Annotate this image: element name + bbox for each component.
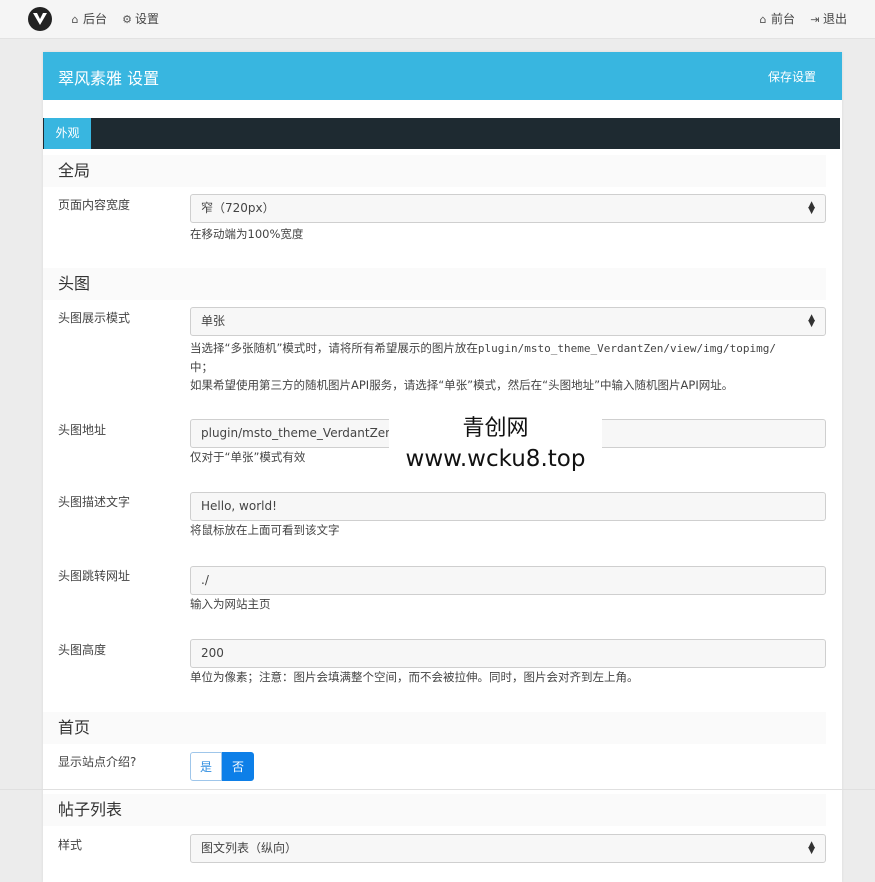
nav-frontend-label: 前台: [771, 12, 796, 26]
nav-backend-link[interactable]: ⌂ 后台: [69, 10, 108, 27]
site-intro-yes-button[interactable]: 是: [190, 752, 222, 781]
gear-icon: ⚙: [122, 13, 132, 26]
header-mode-select[interactable]: 单张 ▲ ▼: [190, 307, 826, 336]
header-alt-input[interactable]: Hello, world!: [190, 492, 826, 521]
content-width-label: 页面内容宽度: [58, 198, 131, 212]
header-link-label: 头图跳转网址: [58, 569, 131, 583]
watermark-line-1: 青创网: [462, 416, 529, 441]
header-url-label: 头图地址: [58, 423, 107, 437]
top-navbar: ⌂ 后台 ⚙ 设置 ⌂ 前台 ⇥ 退出: [0, 0, 875, 39]
post-list-style-label: 样式: [58, 838, 83, 852]
section-title-global: 全局: [43, 155, 826, 187]
nav-settings-label: 设置: [135, 12, 160, 26]
logout-icon: ⇥: [810, 13, 820, 26]
nav-settings-link[interactable]: ⚙ 设置: [121, 10, 159, 27]
watermark-line-2: www.wcku8.top: [405, 446, 586, 472]
home-icon: ⌂: [759, 13, 767, 26]
header-mode-help-text-2: 中；: [190, 360, 213, 374]
site-intro-no-button[interactable]: 否: [222, 752, 254, 781]
section-title-home: 首页: [43, 712, 826, 744]
tab-bar: 外观: [43, 118, 840, 149]
header-alt-help: 将鼠标放在上面可看到该文字: [190, 523, 340, 537]
select-arrows-icon: ▲ ▼: [808, 199, 815, 216]
watermark-overlay: 青创网 www.wcku8.top: [389, 402, 602, 482]
header-url-help: 仅对于“单张”模式有效: [190, 450, 306, 464]
header-mode-help-text-3: 如果希望使用第三方的随机图片API服务，请选择“单张”模式，然后在“头图地址”中…: [190, 378, 734, 392]
site-intro-toggle: 是 否: [190, 752, 254, 781]
content-width-select[interactable]: 窄（720px） ▲ ▼: [190, 194, 826, 223]
post-list-style-select[interactable]: 图文列表（纵向） ▲ ▼: [190, 834, 826, 863]
header-mode-value: 单张: [201, 314, 226, 328]
header-height-label: 头图高度: [58, 643, 107, 657]
content-width-value: 窄（720px）: [201, 201, 275, 215]
site-intro-label: 显示站点介绍?: [58, 755, 137, 769]
header-height-input[interactable]: 200: [190, 639, 826, 668]
section-title-post-list: 帖子列表: [43, 794, 826, 826]
home-icon: ⌂: [71, 13, 79, 26]
nav-logout-label: 退出: [823, 12, 848, 26]
card-header: 翠风素雅 设置 保存设置: [43, 52, 842, 100]
header-mode-help: 当选择“多张随机”模式时，请将所有希望展示的图片放在plugin/msto_th…: [190, 339, 776, 394]
select-arrows-icon: ▲ ▼: [808, 312, 815, 329]
nav-frontend-link[interactable]: ⌂ 前台: [757, 10, 796, 27]
header-mode-help-text-1: 当选择“多张随机”模式时，请将所有希望展示的图片放在: [190, 341, 478, 355]
save-settings-button[interactable]: 保存设置: [768, 68, 816, 85]
header-height-help: 单位为像素；注意：图片会填满整个空间，而不会被拉伸。同时，图片会对齐到左上角。: [190, 670, 639, 684]
section-title-header-image: 头图: [43, 268, 826, 300]
header-mode-help-path: plugin/msto_theme_VerdantZen/view/img/to…: [477, 342, 776, 355]
tab-appearance[interactable]: 外观: [44, 118, 91, 149]
header-link-help: 输入为网站主页: [190, 597, 271, 611]
page-title: 翠风素雅 设置: [58, 69, 160, 88]
header-alt-label: 头图描述文字: [58, 495, 131, 509]
nav-backend-label: 后台: [83, 12, 108, 26]
content-width-help: 在移动端为100%宽度: [190, 227, 304, 241]
fold-divider: [0, 789, 875, 790]
header-mode-label: 头图展示模式: [58, 311, 131, 325]
header-link-input[interactable]: ./: [190, 566, 826, 595]
post-list-style-value: 图文列表（纵向）: [201, 841, 298, 855]
nav-logout-link[interactable]: ⇥ 退出: [809, 10, 847, 27]
select-arrows-icon: ▲ ▼: [808, 839, 815, 856]
site-logo[interactable]: [28, 7, 52, 31]
